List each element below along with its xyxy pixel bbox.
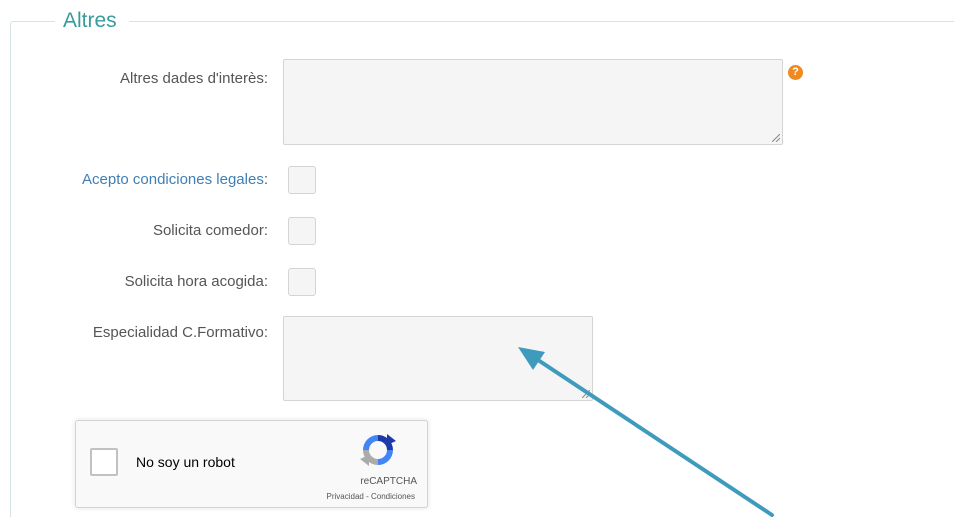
recaptcha-checkbox[interactable]	[90, 448, 118, 476]
acepto-condiciones-link[interactable]: Acepto condiciones legales	[82, 171, 264, 188]
solicita-hora-acogida-label: Solicita hora acogida:	[124, 273, 268, 290]
recaptcha-brand: reCAPTCHA	[360, 476, 417, 487]
resize-grip-icon[interactable]	[582, 390, 590, 398]
solicita-comedor-label: Solicita comedor:	[152, 222, 268, 239]
question-mark-circle-icon[interactable]: ?	[788, 65, 803, 80]
altres-dades-textarea[interactable]	[283, 59, 783, 145]
acepto-colon: :	[263, 171, 268, 188]
especialidad-label: Especialidad C.Formativo:	[92, 324, 268, 341]
especialidad-textarea[interactable]	[283, 316, 593, 401]
acepto-condiciones-checkbox[interactable]	[288, 166, 316, 194]
fieldset-legend: Altres	[55, 6, 129, 36]
altres-dades-label: Altres dades d'interès:	[120, 70, 268, 87]
resize-grip-icon[interactable]	[772, 134, 780, 142]
solicita-hora-acogida-checkbox[interactable]	[288, 268, 316, 296]
solicita-comedor-checkbox[interactable]	[288, 217, 316, 245]
recaptcha-privacy-terms-links[interactable]: Privacidad - Condiciones	[327, 492, 416, 501]
recaptcha-logo-icon	[360, 434, 396, 466]
recaptcha-label: No soy un robot	[136, 454, 235, 470]
recaptcha-widget: No soy un robot reCAPTCHA Privacidad - C…	[75, 420, 428, 508]
form-page: Altres Altres dades d'interès: ? Acepto …	[0, 0, 954, 517]
acepto-condiciones-label: Acepto condiciones legales:	[82, 171, 268, 188]
